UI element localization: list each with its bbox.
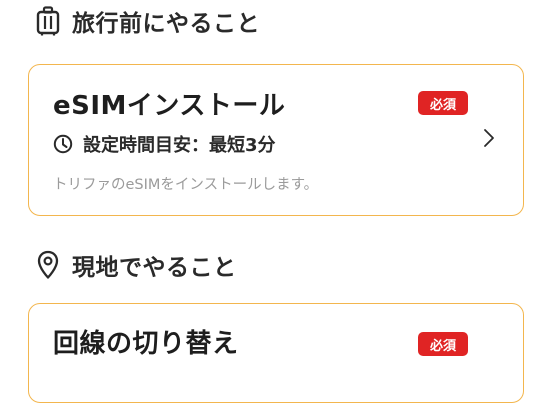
section-title-local: 現地でやること	[72, 255, 237, 281]
location-pin-icon	[34, 249, 62, 281]
section-header-local: 現地でやること	[34, 248, 237, 282]
required-badge: 必須	[418, 332, 468, 356]
card-description: トリファのeSIMをインストールします。	[53, 177, 319, 193]
esim-install-card[interactable]: eSIMインストール 必須 設定時間目安：最短3分 トリファのeSIMをインスト…	[28, 64, 524, 216]
line-switch-card[interactable]: 回線の切り替え 必須	[28, 303, 524, 403]
suitcase-icon	[34, 5, 62, 37]
required-badge: 必須	[418, 91, 468, 115]
section-header-before-travel: 旅行前にやること	[34, 4, 260, 38]
chevron-right-icon[interactable]	[481, 127, 497, 149]
setup-time-row: 設定時間目安：最短3分	[53, 131, 276, 157]
card-title: eSIMインストール	[53, 91, 286, 121]
section-title-before-travel: 旅行前にやること	[72, 11, 260, 37]
clock-icon	[53, 134, 73, 154]
card-title: 回線の切り替え	[53, 329, 239, 359]
setup-time-text: 設定時間目安：最短3分	[83, 135, 276, 156]
